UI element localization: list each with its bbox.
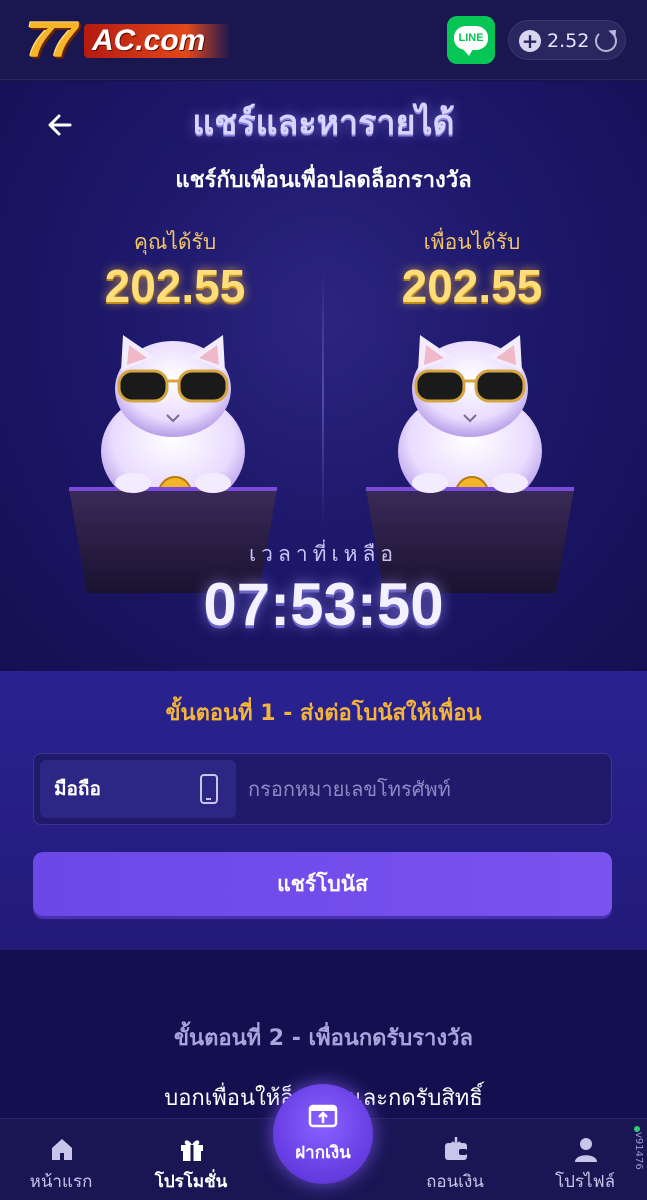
nav-home[interactable]: หน้าแรก <box>6 1119 116 1200</box>
step1-title: ขั้นตอนที่ 1 - ส่งต่อโบนัสให้เพื่อน <box>165 701 482 726</box>
you-receive-block: คุณได้รับ 202.55 <box>25 226 325 314</box>
nav-promotion[interactable]: โปรโมชั่น <box>136 1119 246 1200</box>
top-bar: 77 AC.com LINE + 2.52 <box>0 0 647 80</box>
profile-icon <box>575 1138 597 1162</box>
time-left-label: เวลาที่เหลือ <box>249 542 398 566</box>
line-button[interactable]: LINE <box>447 16 495 64</box>
step1-card: ขั้นตอนที่ 1 - ส่งต่อโบนัสให้เพื่อน มือถ… <box>0 671 647 950</box>
friend-receive-label: เพื่อนได้รับ <box>423 230 521 254</box>
friend-receive-value: 202.55 <box>401 260 543 312</box>
phone-prefix: มือถือ <box>40 760 236 818</box>
page-title: แชร์และหารายได้ <box>192 103 455 143</box>
logo-text: AC.com <box>84 24 232 58</box>
site-logo[interactable]: 77 AC.com <box>26 12 236 68</box>
home-icon <box>52 1139 72 1160</box>
nav-profile-label: โปรไฟล์ <box>554 1172 616 1192</box>
balance-value: 2.52 <box>547 30 590 52</box>
share-bonus-button[interactable]: แชร์โบนัส <box>33 852 612 916</box>
you-receive-label: คุณได้รับ <box>133 230 217 254</box>
balance-pill[interactable]: + 2.52 <box>508 20 626 60</box>
nav-withdraw[interactable]: ถอนเงิน <box>400 1119 510 1200</box>
nav-home-label: หน้าแรก <box>29 1172 93 1192</box>
page-subtitle: แชร์กับเพื่อนเพื่อปลดล็อกรางวัล <box>175 168 472 193</box>
friend-receive-block: เพื่อนได้รับ 202.55 <box>322 226 622 314</box>
plus-icon[interactable]: + <box>519 30 541 52</box>
phone-field: มือถือ <box>33 753 612 825</box>
phone-number-input[interactable] <box>248 760 604 818</box>
line-icon: LINE <box>454 26 488 56</box>
step2-title: ขั้นตอนที่ 2 - เพื่อนกดรับรางวัล <box>174 1026 473 1051</box>
mobile-phone-icon <box>200 774 218 804</box>
logo-number: 77 <box>26 12 78 68</box>
nav-profile[interactable]: โปรไฟล์ <box>530 1119 640 1200</box>
share-hero: แชร์และหารายได้ แชร์กับเพื่อนเพื่อปลดล็อ… <box>0 81 647 671</box>
deposit-button[interactable]: ฝากเงิน <box>273 1084 373 1184</box>
nav-withdraw-label: ถอนเงิน <box>426 1172 484 1192</box>
wallet-icon <box>445 1137 467 1160</box>
gift-icon <box>181 1140 203 1161</box>
version-tag: v91476 <box>633 1132 644 1170</box>
refresh-icon[interactable] <box>595 30 617 52</box>
deposit-icon <box>308 1104 338 1128</box>
you-receive-value: 202.55 <box>104 260 246 312</box>
deposit-label: ฝากเงิน <box>295 1143 351 1163</box>
countdown-timer: 07:53:50 <box>203 571 444 638</box>
nav-promotion-label: โปรโมชั่น <box>154 1172 228 1192</box>
phone-prefix-label: มือถือ <box>54 778 101 800</box>
